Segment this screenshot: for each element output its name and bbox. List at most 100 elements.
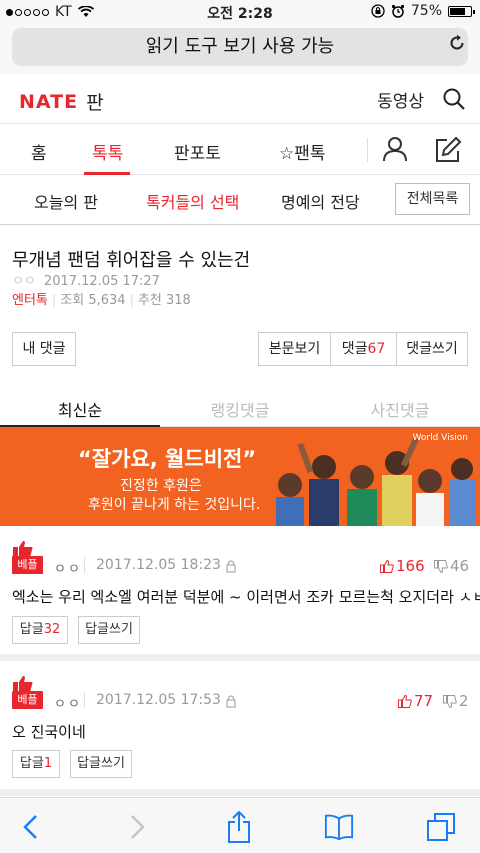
banner-brand: World Vision — [412, 433, 468, 443]
comment-divider — [84, 557, 85, 573]
banner-line2: 후원이 끝나게 하는 것입니다. — [88, 497, 261, 513]
tab-fantok[interactable]: ☆팬톡 — [279, 139, 326, 164]
comments-label: 댓글 — [341, 341, 368, 357]
lock-icon — [226, 560, 236, 573]
full-list-button[interactable]: 전체목록 — [395, 183, 470, 215]
dislike-count: 46 — [450, 557, 470, 575]
address-field[interactable]: 읽기 도구 보기 사용 가능 — [12, 28, 468, 66]
back-button[interactable] — [16, 812, 46, 842]
ad-banner[interactable]: “잘가요, 월드비전” 진정한 후원은 후원이 끝나게 하는 것입니다. Wor… — [0, 427, 480, 526]
sub-nav: 오늘의 판 톡커들의 선택 명예의 전당 전체목록 — [0, 175, 480, 225]
nate-logo: NATE — [19, 90, 79, 113]
tabs-button[interactable] — [426, 812, 456, 842]
like-count: 77 — [414, 692, 434, 710]
comment-date: 2017.12.05 18:23 — [96, 557, 221, 573]
comment-item: 베플 ㅇㅇ 2017.12.05 18:23 166 46 엑소는 우리 엑소엘… — [0, 526, 480, 654]
like-button[interactable]: 166 — [380, 557, 425, 575]
article-category[interactable]: 엔터톡 — [12, 293, 48, 308]
comment-date: 2017.12.05 17:53 — [96, 692, 221, 708]
bookmarks-button[interactable] — [324, 812, 354, 842]
best-label: 베플 — [12, 556, 43, 574]
reload-icon — [450, 34, 464, 50]
share-icon — [228, 811, 250, 843]
comment-text: 엑소는 우리 엑소엘 여러분 덕분에 ~ 이러면서 조카 모르는척 오지더라 ㅅ… — [12, 588, 480, 606]
tabs-icon — [427, 813, 455, 841]
write-comment-button[interactable]: 댓글쓰기 — [396, 332, 468, 366]
status-bar: KT 오전 2:28 75% — [0, 0, 480, 24]
forward-button[interactable] — [122, 812, 152, 842]
status-right: 75% — [371, 3, 475, 19]
back-icon — [23, 815, 37, 839]
comment-author: ㅇㅇ — [54, 697, 82, 712]
tab-photo[interactable]: 사진댓글 — [320, 397, 480, 421]
user-icon — [383, 137, 407, 162]
article-header: 무개념 팬덤 휘어잡을 수 있는건 ㅇㅇ 2017.12.05 17:27 엔터톡… — [0, 225, 480, 385]
write-reply-button[interactable]: 답글쓰기 — [70, 750, 132, 778]
dislike-button[interactable]: 2 — [443, 692, 469, 710]
battery-percent: 75% — [410, 3, 442, 19]
article-author-row: ㅇㅇ 2017.12.05 17:27 — [12, 270, 160, 289]
write-button[interactable] — [434, 136, 462, 164]
reply-button[interactable]: 답글32 — [12, 616, 68, 644]
dislike-count: 2 — [459, 692, 469, 710]
article-title: 무개념 팬덤 휘어잡을 수 있는건 — [12, 250, 251, 271]
best-badge: 베플 — [12, 540, 43, 576]
comment-author: ㅇㅇ — [54, 562, 82, 577]
reply-label: 답글 — [19, 622, 44, 637]
main-nav: 홈 톡톡 판포토 ☆팬톡 — [0, 124, 480, 175]
share-button[interactable] — [224, 811, 254, 843]
reload-button[interactable] — [446, 24, 468, 62]
best-label: 베플 — [12, 691, 43, 709]
site-header: NATE 판 동영상 — [0, 74, 480, 124]
like-count: 166 — [396, 557, 425, 575]
search-button[interactable] — [442, 87, 466, 111]
comments-count: 67 — [367, 341, 386, 357]
dislike-button[interactable]: 46 — [434, 557, 469, 575]
battery-icon — [448, 5, 475, 17]
edit-icon — [436, 136, 462, 162]
rotation-lock-icon — [371, 4, 385, 18]
reply-count: 1 — [43, 756, 53, 771]
url-bar: 읽기 도구 보기 사용 가능 — [0, 24, 480, 74]
tab-home[interactable]: 홈 — [31, 139, 47, 164]
site-logo[interactable]: NATE 판 — [19, 88, 104, 115]
search-icon — [443, 88, 465, 110]
reply-label: 답글 — [19, 756, 44, 771]
article-views: 조회 5,634 — [60, 293, 126, 308]
tab-hall-of-fame[interactable]: 명예의 전당 — [281, 189, 360, 213]
my-comments-button[interactable]: 내 댓글 — [12, 332, 76, 366]
comment-list: 베플 ㅇㅇ 2017.12.05 18:23 166 46 엑소는 우리 엑소엘… — [0, 526, 480, 796]
forward-icon — [131, 815, 145, 839]
tab-today[interactable]: 오늘의 판 — [34, 189, 98, 213]
best-badge: 베플 — [12, 675, 43, 711]
tab-ranking[interactable]: 랭킹댓글 — [160, 397, 320, 421]
comment-item: 베플 ㅇㅇ 2017.12.05 17:53 77 2 오 진국이네 답글1 답… — [0, 661, 480, 789]
like-icon — [380, 559, 394, 573]
tab-latest[interactable]: 최신순 — [0, 397, 160, 421]
banner-line1: 진정한 후원은 — [120, 478, 202, 494]
tab-toktok[interactable]: 톡톡 — [92, 139, 123, 164]
alarm-icon — [391, 4, 404, 18]
reply-count: 32 — [43, 622, 61, 637]
bookmarks-icon — [324, 814, 354, 841]
view-body-button[interactable]: 본문보기 — [258, 332, 331, 366]
tab-panphoto[interactable]: 판포토 — [174, 139, 221, 164]
lock-icon — [226, 695, 236, 708]
browser-toolbar — [0, 797, 480, 853]
nav-divider — [367, 138, 368, 162]
reply-button[interactable]: 답글1 — [12, 750, 60, 778]
children-photo — [262, 437, 480, 526]
section-title: 판 — [86, 92, 104, 114]
article-meta: 엔터톡 | 조회 5,634 | 추천 318 — [12, 293, 191, 308]
comment-text: 오 진국이네 — [12, 723, 86, 741]
tab-tokkers-choice[interactable]: 톡커들의 선택 — [146, 189, 239, 213]
dislike-icon — [434, 559, 448, 573]
user-button[interactable] — [382, 136, 408, 162]
video-link[interactable]: 동영상 — [377, 87, 424, 112]
like-button[interactable]: 77 — [398, 692, 433, 710]
write-reply-button[interactable]: 답글쓰기 — [78, 616, 140, 644]
article-date: 2017.12.05 17:27 — [43, 274, 160, 289]
banner-headline: “잘가요, 월드비전” — [78, 447, 257, 471]
comment-divider — [84, 692, 85, 708]
comments-button[interactable]: 댓글67 — [330, 332, 397, 366]
